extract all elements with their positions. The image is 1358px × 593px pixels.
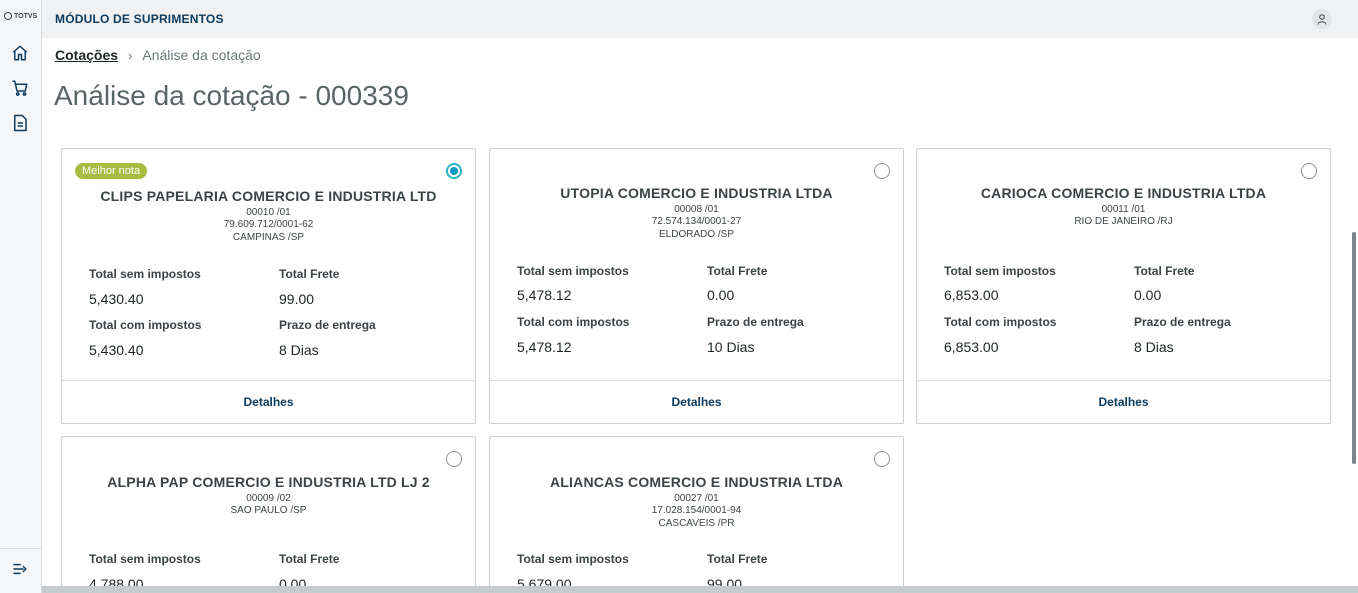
- total-sem-impostos-value: 5,478.12: [517, 287, 572, 303]
- top-header: MÓDULO DE SUPRIMENTOS: [42, 0, 1358, 38]
- supplier-city: CASCAVEIS /PR: [658, 518, 735, 529]
- supplier-code: 00010 /01: [246, 207, 291, 218]
- prazo-entrega-value: 8 Dias: [1134, 339, 1174, 355]
- total-frete-label: Total Frete: [279, 552, 340, 566]
- scrollbar-thumb[interactable]: [1352, 232, 1356, 464]
- total-frete-label: Total Frete: [279, 267, 340, 281]
- select-quote-radio[interactable]: [874, 163, 890, 179]
- totvs-logo: TOTVS: [4, 12, 37, 20]
- supplier-cnpj: 72.574.134/0001-27: [651, 216, 742, 227]
- prazo-entrega-value: 8 Dias: [279, 342, 319, 358]
- select-quote-radio[interactable]: [874, 451, 890, 467]
- total-frete-value: 99.00: [279, 291, 315, 307]
- supplier-cnpj: 17.028.154/0001-94: [651, 505, 742, 516]
- total-com-impostos-value: 5,478.12: [517, 339, 572, 355]
- supplier-code: 00011 /01: [1101, 204, 1146, 215]
- supplier-cnpj: 79.609.712/0001-62: [223, 219, 314, 230]
- supplier-code: 00027 /01: [674, 493, 719, 504]
- total-com-impostos-value: 5,430.40: [89, 342, 144, 358]
- total-sem-impostos-label: Total sem impostos: [517, 552, 629, 566]
- total-sem-impostos-label: Total sem impostos: [89, 267, 201, 281]
- user-avatar[interactable]: [1312, 9, 1332, 29]
- collapse-menu-icon[interactable]: [10, 559, 30, 579]
- total-sem-impostos-label: Total sem impostos: [89, 552, 201, 566]
- document-icon[interactable]: [10, 113, 30, 133]
- card-divider: [490, 380, 903, 381]
- supplier-city: CAMPINAS /SP: [232, 232, 305, 243]
- total-com-impostos-label: Total com impostos: [89, 318, 202, 332]
- total-frete-label: Total Frete: [707, 552, 768, 566]
- module-title: MÓDULO DE SUPRIMENTOS: [55, 12, 224, 26]
- horizontal-scrollbar[interactable]: [42, 586, 1358, 593]
- card-divider: [917, 380, 1330, 381]
- details-link[interactable]: Detalhes: [490, 395, 903, 409]
- card-divider: [62, 380, 475, 381]
- supplier-name: ALIANCAS COMERCIO E INDUSTRIA LTDA: [549, 474, 843, 490]
- select-quote-radio[interactable]: [446, 163, 462, 179]
- best-quote-badge: Melhor nota: [75, 163, 148, 179]
- select-quote-radio[interactable]: [446, 451, 462, 467]
- supplier-city: RIO DE JANEIRO /RJ: [1074, 216, 1173, 227]
- home-icon[interactable]: [10, 43, 30, 63]
- chevron-right-icon: ›: [128, 47, 133, 63]
- supplier-code: 00008 /01: [674, 204, 719, 215]
- quote-card: CARIOCA COMERCIO E INDUSTRIA LTDA 00011 …: [916, 148, 1331, 424]
- prazo-entrega-label: Prazo de entrega: [1134, 315, 1231, 329]
- breadcrumb-current: Análise da cotação: [142, 47, 261, 63]
- quote-card: UTOPIA COMERCIO E INDUSTRIA LTDA 00008 /…: [489, 148, 904, 424]
- prazo-entrega-label: Prazo de entrega: [707, 315, 804, 329]
- quote-card: ALPHA PAP COMERCIO E INDUSTRIA LTD LJ 2 …: [61, 436, 476, 593]
- total-com-impostos-label: Total com impostos: [944, 315, 1057, 329]
- breadcrumb-link-cotacoes[interactable]: Cotações: [55, 47, 118, 63]
- supplier-name: CARIOCA COMERCIO E INDUSTRIA LTDA: [980, 185, 1267, 201]
- total-frete-label: Total Frete: [1134, 264, 1195, 278]
- total-com-impostos-value: 6,853.00: [944, 339, 999, 355]
- supplier-name: CLIPS PAPELARIA COMERCIO E INDUSTRIA LTD: [100, 188, 437, 204]
- quote-card: Melhor nota CLIPS PAPELARIA COMERCIO E I…: [61, 148, 476, 424]
- total-sem-impostos-value: 5,430.40: [89, 291, 144, 307]
- quote-card: ALIANCAS COMERCIO E INDUSTRIA LTDA 00027…: [489, 436, 904, 593]
- prazo-entrega-value: 10 Dias: [707, 339, 755, 355]
- total-sem-impostos-label: Total sem impostos: [517, 264, 629, 278]
- details-link[interactable]: Detalhes: [62, 395, 475, 409]
- prazo-entrega-label: Prazo de entrega: [279, 318, 376, 332]
- supplier-city: ELDORADO /SP: [658, 229, 735, 240]
- total-frete-label: Total Frete: [707, 264, 768, 278]
- sidebar-divider: [0, 548, 42, 549]
- logo-ring-icon: [4, 12, 12, 20]
- total-frete-value: 0.00: [1134, 287, 1162, 303]
- select-quote-radio[interactable]: [1301, 163, 1317, 179]
- breadcrumb: Cotações › Análise da cotação: [55, 47, 261, 63]
- sidebar: TOTVS: [0, 0, 42, 593]
- supplier-name: UTOPIA COMERCIO E INDUSTRIA LTDA: [560, 185, 833, 201]
- total-frete-value: 0.00: [707, 287, 735, 303]
- logo-text: TOTVS: [14, 12, 38, 20]
- supplier-code: 00009 /02: [246, 493, 291, 504]
- total-com-impostos-label: Total com impostos: [517, 315, 630, 329]
- supplier-name: ALPHA PAP COMERCIO E INDUSTRIA LTD LJ 2: [107, 474, 430, 490]
- details-link[interactable]: Detalhes: [917, 395, 1330, 409]
- supplier-city: SAO PAULO /SP: [230, 505, 307, 516]
- total-sem-impostos-label: Total sem impostos: [944, 264, 1056, 278]
- page-title: Análise da cotação - 000339: [54, 80, 409, 111]
- total-sem-impostos-value: 6,853.00: [944, 287, 999, 303]
- cart-icon[interactable]: [10, 78, 30, 98]
